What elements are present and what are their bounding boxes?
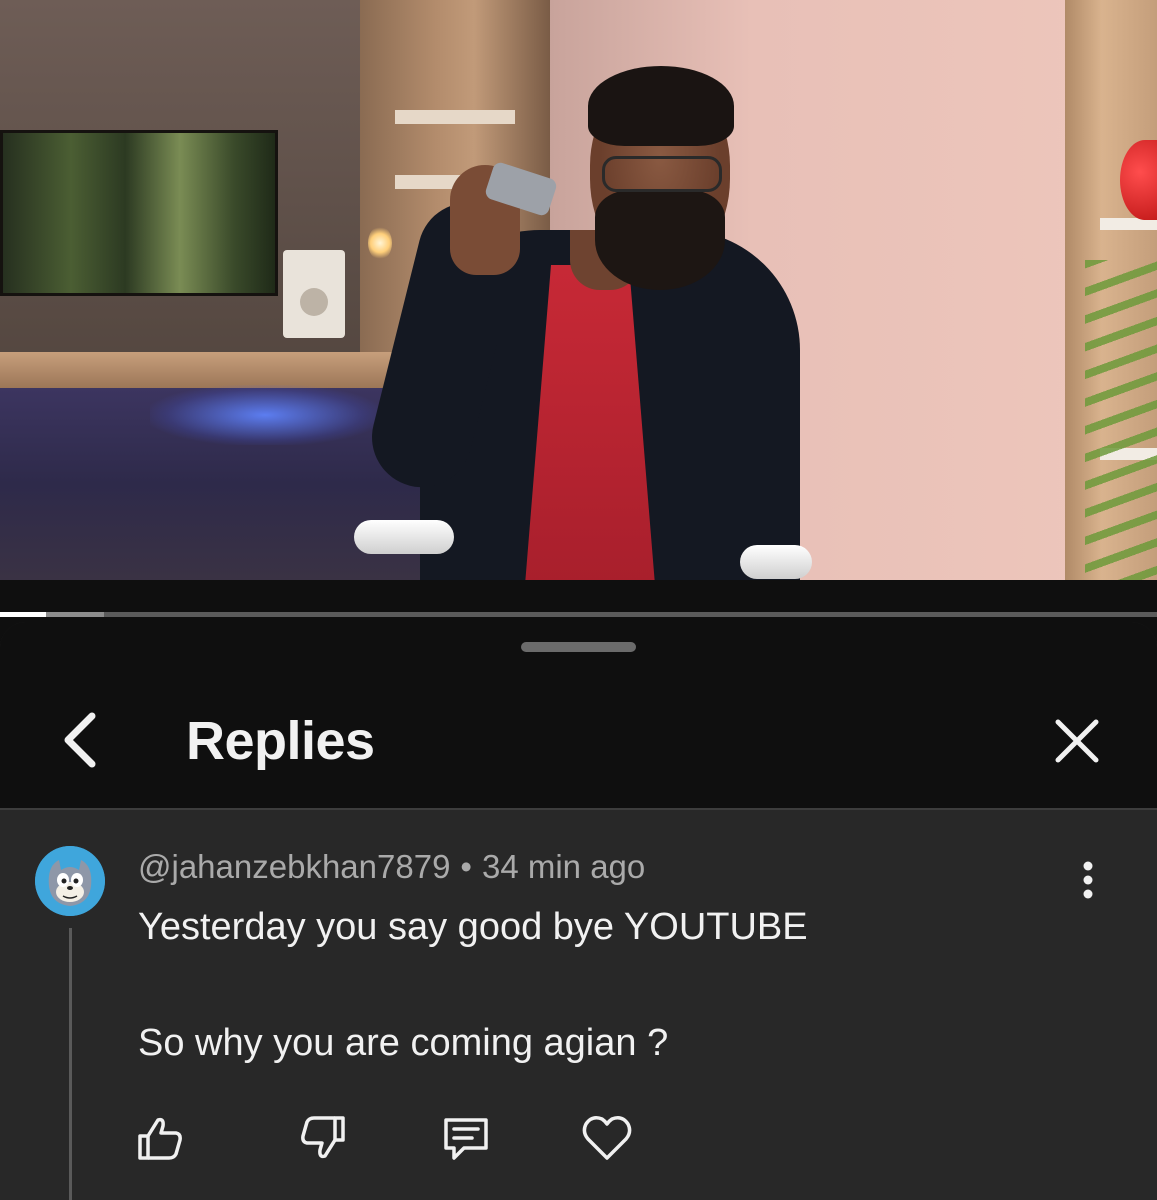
sheet-header: Replies [0,622,1157,808]
reply-icon [444,1118,488,1160]
meta-separator: • [460,848,472,885]
comment-text-line: Yesterday you say good bye YOUTUBE [138,906,808,948]
video-scene-lamp [368,226,392,260]
video-scene-glow [150,385,380,445]
comment-author[interactable]: @jahanzebkhan7879 [138,848,450,885]
heart-icon [582,1116,632,1160]
heart-button[interactable] [579,1110,635,1166]
video-scene-tv [0,130,278,296]
video-scene-plant [1085,260,1157,580]
back-button[interactable] [48,702,112,778]
video-player[interactable] [0,0,1157,580]
more-vertical-icon [1083,861,1093,899]
like-button[interactable] [132,1110,188,1166]
close-icon [1055,719,1099,763]
video-scene-desk [0,352,440,388]
header-divider [0,808,1157,810]
replies-sheet: Replies @jahanzebkhan7879 • 34 min ago Yes… [0,622,1157,1200]
like-icon [138,1117,182,1160]
sheet-title: Replies [186,711,375,771]
avatar-cartoon-cat-icon [35,846,105,916]
more-options-button[interactable] [1066,858,1110,902]
reply-button[interactable] [438,1110,494,1166]
avatar[interactable] [35,846,105,916]
video-progress-bar[interactable] [0,612,1157,617]
dislike-icon [301,1116,345,1159]
comment-text-line: So why you are coming agian ? [138,1022,669,1064]
comment-meta: @jahanzebkhan7879 • 34 min ago [138,848,645,886]
chevron-left-icon [64,712,96,768]
thread-line [69,928,72,1200]
comment-time: 34 min ago [481,848,646,885]
video-scene-chair-arm [740,545,812,579]
video-scene-chair-arm [354,520,454,554]
video-scene-speaker [283,250,345,338]
dislike-button[interactable] [295,1110,351,1166]
drag-handle[interactable] [521,642,636,652]
video-presenter [361,60,810,580]
video-played-bar [0,612,47,617]
close-button[interactable] [1046,710,1108,772]
